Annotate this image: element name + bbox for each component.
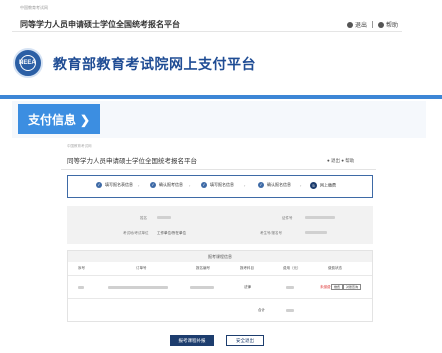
header-index: 序号: [78, 266, 85, 270]
user-links: 退出 帮助: [347, 20, 398, 29]
chevron-right-icon: ❯: [80, 113, 91, 127]
unit-label: 考试地/考试单位: [123, 231, 149, 235]
help-link[interactable]: 帮助: [386, 23, 398, 29]
index-redacted: [78, 286, 84, 289]
step-4: ✓ 确认报名信息: [258, 182, 291, 188]
step-label: 网上缴费: [320, 182, 336, 188]
payment-info-tab[interactable]: 支付信息 ❯: [18, 104, 100, 134]
step-1: ✓ 填写报名表信息: [96, 182, 133, 188]
step-2: ✓ 确认报考信息: [150, 182, 183, 188]
row-divider: [68, 298, 372, 299]
header-reg-number: 报名编号: [196, 266, 210, 270]
id-label: 证件号: [282, 216, 293, 220]
step-label: 填写报名表信息: [105, 182, 133, 188]
supplement-button[interactable]: 报考课程补报: [170, 335, 214, 346]
reg-number-redacted: [190, 286, 214, 289]
step-3: ✓ 填写报名信息: [201, 182, 234, 188]
name-label: 姓名: [140, 216, 147, 220]
candidate-info: 姓名 证件号 考试地/考试单位 工作单位/所在单位 考生号/报名号: [67, 206, 373, 244]
step-label: 确认报考信息: [159, 182, 183, 188]
inner-small-label: 中国教育考试网: [67, 144, 92, 148]
outer-header: 中国教育考试网 同等学力人员申请硕士学位全国统考报名平台 退出 帮助 NEEA 教…: [0, 0, 442, 98]
pay-button[interactable]: 缴费: [331, 284, 344, 290]
exam-number-redacted: [305, 231, 327, 234]
step-arrow-icon: ›: [300, 183, 302, 188]
course-table: 报考课程信息 序号 订单号 报名编号 报考科目 费用（元） 缴费状态 法律 未缴…: [67, 250, 373, 322]
header-subject: 报考科目: [240, 266, 254, 270]
step-label: 填写报名信息: [210, 182, 234, 188]
header-order: 订单号: [136, 266, 147, 270]
inner-help-link[interactable]: 帮助: [345, 158, 354, 163]
inner-user-icon: ●: [327, 158, 330, 163]
name-value-redacted: [157, 216, 171, 219]
header-fee: 费用（元）: [283, 266, 301, 270]
check-icon: ✓: [96, 182, 102, 188]
inner-help-icon: ●: [341, 158, 344, 163]
inner-divider: [61, 169, 376, 170]
status-badge: 未缴费: [320, 285, 331, 289]
neea-logo: NEEA: [13, 48, 43, 78]
row-divider: [68, 275, 372, 276]
help-icon: [378, 22, 385, 28]
blue-divider: [0, 95, 442, 99]
org-name: 教育部教育考试院网上支付平台: [53, 56, 256, 72]
total-label: 合计: [258, 308, 265, 312]
inner-user-links: ● 退出 ● 帮助: [327, 158, 354, 164]
total-redacted: [286, 309, 294, 312]
unit-value: 工作单位/所在单位: [157, 231, 186, 235]
id-value-redacted: [305, 216, 335, 219]
step-label: 确认报名信息: [267, 182, 291, 188]
payment-info-label: 支付信息: [28, 113, 77, 127]
inner-logout-link[interactable]: 退出: [331, 158, 340, 163]
check-icon: ✓: [258, 182, 264, 188]
order-number-redacted: [108, 286, 168, 289]
inner-page-title: 同等学力人员申请硕士学位全国统考报名平台: [67, 158, 197, 165]
logout-button[interactable]: 安全退出: [226, 335, 264, 346]
fee-redacted: [286, 286, 294, 289]
user-icon: [347, 22, 353, 28]
page-title: 同等学力人员申请硕士学位全国统考报名平台: [20, 20, 180, 29]
step-arrow-icon: ›: [138, 183, 140, 188]
step-arrow-icon: ›: [189, 183, 191, 188]
progress-steps: ✓ 填写报名表信息 › ✓ 确认报考信息 › ✓ 填写报名信息 › ✓ 确认报名信息 ›…: [67, 175, 373, 198]
inner-page: 中国教育考试网 同等学力人员申请硕士学位全国统考报名平台 ● 退出 ● 帮助 ✓…: [55, 140, 380, 353]
step-arrow-icon: ›: [244, 183, 246, 188]
exam-number-label: 考生号/报名号: [260, 231, 282, 235]
check-icon: ✓: [201, 182, 207, 188]
step-5: 5 网上缴费: [310, 182, 336, 189]
check-icon: ✓: [150, 182, 156, 188]
logout-link[interactable]: 退出: [355, 23, 367, 29]
logo-text: NEEA: [19, 60, 36, 66]
header-status: 缴费状态: [328, 266, 342, 270]
step-number: 5: [310, 182, 317, 189]
separator: [372, 21, 374, 28]
table-caption: 报考课程信息: [68, 251, 372, 262]
reconcile-button[interactable]: 对账查询: [343, 284, 362, 290]
subject-cell: 法律: [244, 285, 251, 289]
